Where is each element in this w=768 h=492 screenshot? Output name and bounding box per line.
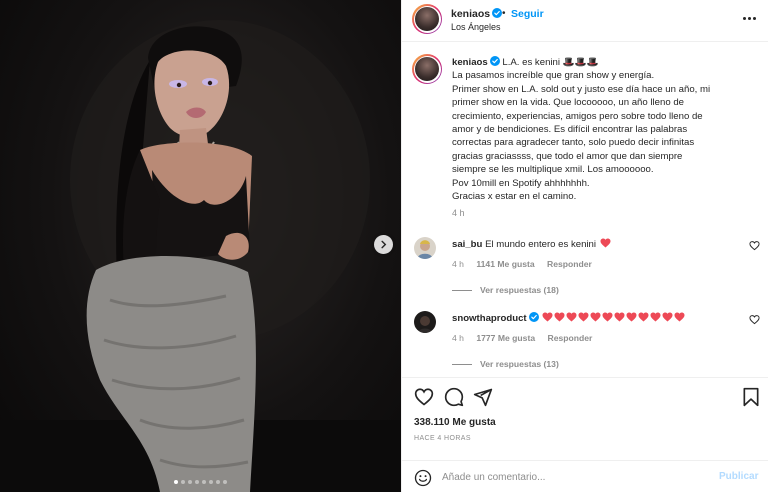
post-header: keniaos • Seguir Los Ángeles [402, 0, 768, 42]
caption-username[interactable]: keniaos [452, 56, 500, 68]
carousel-dot [216, 480, 220, 484]
carousel-dot [181, 480, 185, 484]
caption-line: crecimiento, experiencias, amigos pero s… [452, 110, 703, 122]
carousel-dot [188, 480, 192, 484]
heart-emoji-icon [554, 312, 565, 322]
header-username[interactable]: keniaos [451, 8, 503, 20]
carousel-dot [195, 480, 199, 484]
heart-emoji-icon [566, 312, 577, 322]
verified-badge-icon [489, 56, 500, 66]
caption-line: Gracias x estar en el camino. [452, 191, 577, 203]
more-options-button[interactable] [741, 11, 757, 25]
reply-button[interactable]: Responder [548, 333, 593, 343]
caption-line: L.A. es kenini 🎩🎩🎩 [502, 57, 599, 68]
comment-composer: Publicar [402, 460, 768, 492]
post-location[interactable]: Los Ángeles [451, 22, 501, 32]
emoji-icon[interactable] [414, 469, 432, 487]
next-slide-button[interactable] [374, 235, 393, 254]
comment-time: 4 h [452, 333, 464, 343]
caption-line: primer show en la vida. Que locooooo, un… [452, 97, 684, 109]
reply-button[interactable]: Responder [547, 259, 592, 269]
verified-badge-icon [528, 312, 539, 322]
publish-button[interactable]: Publicar [719, 471, 758, 482]
caption-line: siempre se les multiplique xmil. Los amo… [452, 164, 654, 176]
heart-emoji-icon [600, 238, 611, 248]
view-replies-button[interactable]: Ver respuestas (18) [452, 285, 559, 295]
caption-avatar[interactable] [412, 54, 442, 84]
verified-badge-icon [492, 8, 503, 18]
heart-icon[interactable] [414, 387, 434, 407]
more-icon [742, 16, 746, 20]
comment-username[interactable]: sai_bu [452, 239, 482, 250]
carousel-dot [202, 480, 206, 484]
avatar[interactable] [412, 4, 442, 34]
view-replies-button[interactable]: Ver respuestas (13) [452, 359, 559, 369]
caption-line: correctas para agradecer tanto, solo pue… [452, 137, 695, 149]
carousel-indicator [0, 480, 401, 484]
heart-icon[interactable] [749, 240, 760, 251]
caption-text: keniaos L.A. es kenini 🎩🎩🎩 La pasamos in… [452, 56, 764, 203]
caption-line: Primer show en L.A. sold out y justo ese… [452, 83, 711, 95]
heart-emoji-icon [674, 312, 685, 322]
heart-emoji-icon [590, 312, 601, 322]
caption-time: 4 h [452, 208, 465, 218]
caption-line: Pov 10mill en Spotify ahhhhhhh. [452, 177, 590, 189]
comment-body: snowthaproduct [452, 312, 685, 324]
heart-emoji-icon [650, 312, 661, 322]
heart-emoji-icon [626, 312, 637, 322]
comment-text [541, 312, 685, 324]
heart-icon[interactable] [749, 314, 760, 325]
comment-icon[interactable] [444, 387, 464, 407]
carousel-dot [174, 480, 178, 484]
heart-emoji-icon [602, 312, 613, 322]
comment-text: El mundo entero es kenini [485, 239, 597, 250]
comment-likes[interactable]: 1141 Me gusta [476, 259, 534, 269]
post-sidebar: keniaos • Seguir Los Ángeles keniaos L.A… [401, 0, 768, 492]
chevron-right-icon [381, 240, 387, 249]
post-photo[interactable] [0, 0, 401, 492]
follow-button[interactable]: Seguir [511, 8, 544, 20]
bookmark-icon[interactable] [741, 387, 761, 407]
comment-avatar[interactable] [414, 237, 436, 259]
caption-line: La pasamos increíble que gran show y ene… [452, 70, 655, 82]
comment-body: sai_bu El mundo entero es kenini [452, 238, 611, 250]
comment-username[interactable]: snowthaproduct [452, 312, 539, 324]
heart-emoji-icon [614, 312, 625, 322]
comment-input[interactable] [442, 467, 702, 487]
comment-meta: 4 h 1777 Me gusta Responder [452, 333, 602, 343]
comment-likes[interactable]: 1777 Me gusta [476, 333, 535, 343]
caption-line: amor y de bendiciones. Es difícil encont… [452, 124, 688, 136]
carousel-dot [209, 480, 213, 484]
caption-line: gracias graciassss, que todo el amor que… [452, 150, 683, 162]
share-icon[interactable] [473, 387, 493, 407]
heart-emoji-icon [578, 312, 589, 322]
photo-artwork [0, 20, 401, 492]
heart-emoji-icon [638, 312, 649, 322]
comment-avatar[interactable] [414, 311, 436, 333]
follow-separator: • [502, 8, 506, 19]
carousel-dot [223, 480, 227, 484]
post-timestamp[interactable]: HACE 4 HORAS [414, 435, 471, 442]
heart-emoji-icon [542, 312, 553, 322]
likes-count[interactable]: 338.110 Me gusta [414, 417, 496, 428]
comment-meta: 4 h 1141 Me gusta Responder [452, 259, 602, 269]
heart-emoji-icon [662, 312, 673, 322]
comment-time: 4 h [452, 259, 464, 269]
